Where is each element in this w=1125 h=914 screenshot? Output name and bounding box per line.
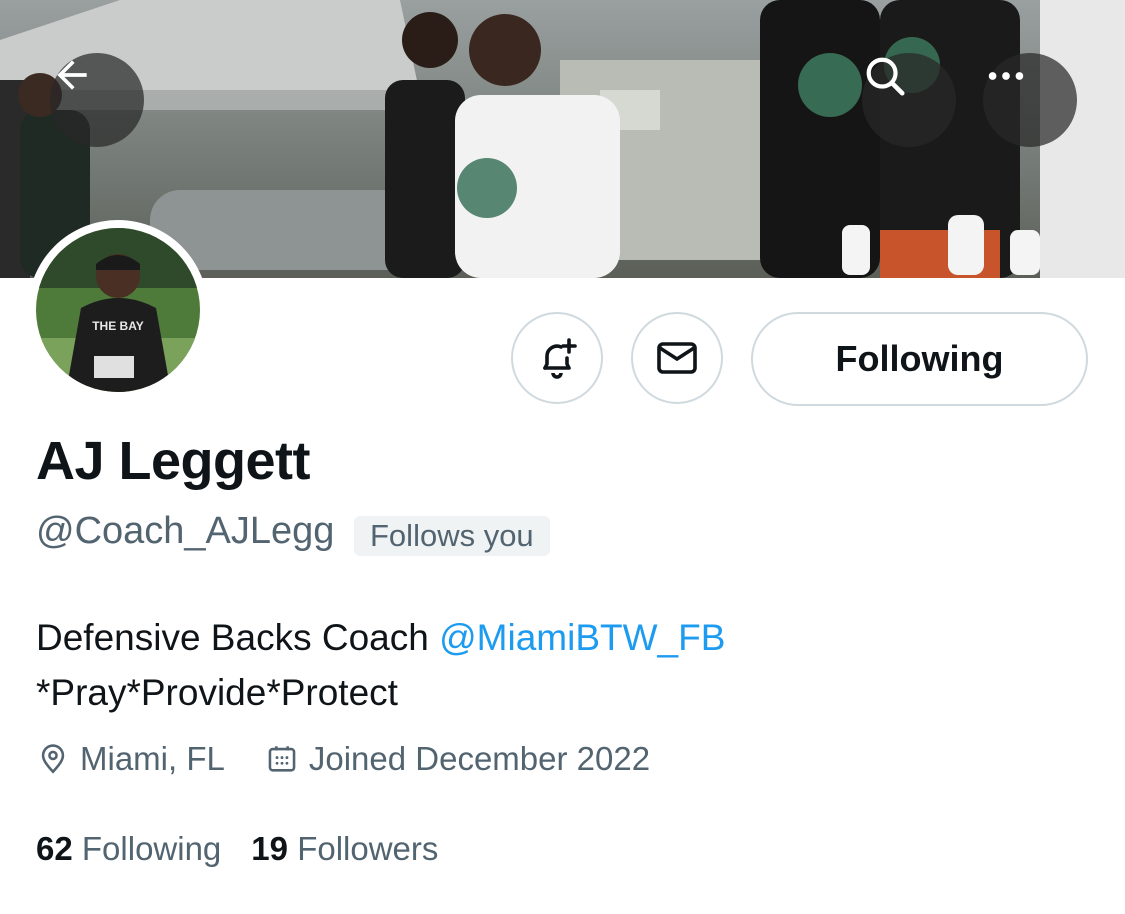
back-button[interactable] xyxy=(50,53,144,147)
more-options-button[interactable] xyxy=(983,53,1077,147)
arrow-left-icon xyxy=(57,60,87,90)
joined-date-text: Joined December 2022 xyxy=(308,740,651,777)
location-item: Miami, FL xyxy=(36,740,225,778)
followers-label: Followers xyxy=(297,830,439,867)
profile-bio: Defensive Backs Coach @MiamiBTW_FB *Pray… xyxy=(36,610,725,720)
followers-count: 19 xyxy=(251,830,289,867)
search-icon xyxy=(866,57,905,96)
user-handle: @Coach_AJLegg xyxy=(36,510,335,552)
bio-mention-link[interactable]: @MiamiBTW_FB xyxy=(439,617,725,658)
display-name: AJ Leggett xyxy=(36,431,311,491)
profile-meta: Miami, FL Joined December 2022 xyxy=(36,740,690,778)
follows-you-badge: Follows you xyxy=(354,516,550,556)
calendar-icon xyxy=(268,746,296,772)
bio-line-1: Defensive Backs Coach @MiamiBTW_FB xyxy=(36,610,725,665)
follow-stats: 62 Following 19 Followers xyxy=(36,830,468,868)
notifications-button[interactable] xyxy=(511,312,603,404)
bell-plus-icon xyxy=(543,338,577,379)
following-count: 62 xyxy=(36,830,73,867)
location-text: Miami, FL xyxy=(80,740,225,777)
joined-item: Joined December 2022 xyxy=(265,740,650,778)
search-button[interactable] xyxy=(862,53,956,147)
envelope-icon xyxy=(657,342,697,374)
following-button[interactable]: Following xyxy=(751,312,1088,406)
followers-count-link[interactable]: 19 Followers xyxy=(251,830,438,868)
following-label: Following xyxy=(81,830,222,867)
bio-line-2: *Pray*Provide*Protect xyxy=(36,672,398,713)
following-count-link[interactable]: 62 Following xyxy=(36,830,221,868)
avatar-photo: THE BAY xyxy=(36,228,200,392)
ellipsis-icon xyxy=(988,72,1024,80)
avatar[interactable]: THE BAY xyxy=(28,220,208,400)
message-button[interactable] xyxy=(631,312,723,404)
location-pin-icon xyxy=(41,744,65,774)
bio-text: Defensive Backs Coach xyxy=(36,617,440,658)
avatar-shirt-text: THE BAY xyxy=(92,319,144,333)
